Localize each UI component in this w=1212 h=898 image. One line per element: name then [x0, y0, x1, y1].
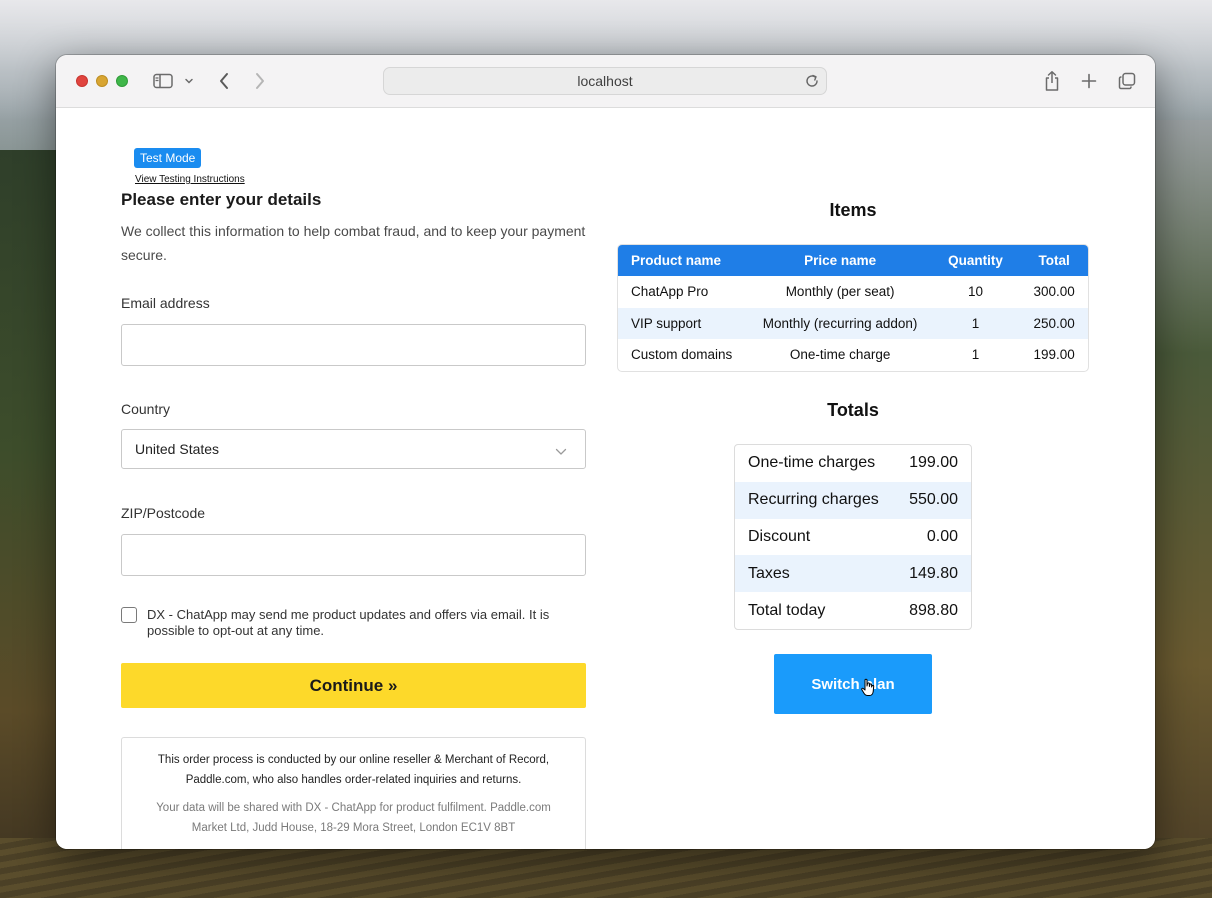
totals-value: 550.00: [909, 491, 958, 509]
product-name-cell: VIP support: [631, 315, 702, 331]
hand-cursor-icon: [860, 678, 876, 703]
totals-value: 149.80: [909, 564, 958, 582]
details-description: We collect this information to help comb…: [121, 223, 586, 263]
column-header: Product name: [631, 253, 722, 268]
country-value: United States: [135, 441, 220, 457]
quantity-cell: 1: [971, 347, 980, 363]
minimize-window-button[interactable]: [96, 75, 108, 87]
column-header: Price name: [804, 253, 877, 268]
price-name-cell: One-time charge: [789, 347, 891, 363]
chevron-down-icon[interactable]: [183, 70, 195, 92]
quantity-cell: 10: [967, 284, 983, 300]
testing-instructions-link[interactable]: View Testing Instructions: [135, 174, 245, 185]
sidebar-icon[interactable]: [152, 70, 174, 92]
totals-label: Recurring charges: [748, 491, 879, 509]
quantity-cell: 1: [971, 315, 980, 331]
total-cell: 300.00: [1033, 284, 1075, 300]
totals-table: One-time charges 199.00 Recurring charge…: [734, 444, 972, 630]
totals-row: Taxes 149.80: [735, 555, 971, 593]
totals-label: Taxes: [748, 564, 790, 582]
switch-plan-button[interactable]: Switch plan: [774, 654, 932, 714]
totals-value: 199.00: [909, 454, 958, 472]
total-cell: 199.00: [1033, 347, 1075, 363]
checkout-page: Test Mode View Testing Instructions Plea…: [56, 108, 1155, 849]
totals-value: 0.00: [926, 527, 958, 545]
totals-label: One-time charges: [748, 454, 876, 472]
address-text: localhost: [577, 73, 633, 89]
back-icon[interactable]: [216, 70, 232, 92]
new-tab-icon[interactable]: [1078, 70, 1100, 92]
continue-button[interactable]: Continue »: [121, 663, 586, 708]
items-table-header: Product name Price name Quantity Total: [618, 245, 1088, 276]
totals-row: Recurring charges 550.00: [735, 481, 971, 519]
totals-row: Discount 0.00: [735, 519, 971, 556]
totals-row: One-time charges 199.00: [735, 445, 971, 482]
close-window-button[interactable]: [76, 75, 88, 87]
totals-heading: Totals: [827, 400, 879, 420]
details-heading: Please enter your details: [121, 190, 322, 209]
price-name-cell: Monthly (recurring addon): [762, 315, 918, 331]
reload-icon[interactable]: [804, 73, 820, 89]
browser-window: localhost Test Mode View Testing Instruc…: [56, 55, 1155, 849]
merchant-notice-primary: This order process is conducted by our o…: [157, 754, 550, 786]
browser-toolbar: localhost: [56, 55, 1155, 108]
chevron-down-icon: [555, 443, 567, 459]
product-name-cell: ChatApp Pro: [631, 284, 709, 300]
marketing-checkbox-label: DX - ChatApp may send me product updates…: [147, 607, 550, 638]
zip-field[interactable]: [121, 534, 586, 576]
totals-row: Total today 898.80: [735, 592, 971, 629]
column-header: Total: [1038, 253, 1070, 268]
email-label: Email address: [121, 295, 210, 311]
zoom-window-button[interactable]: [116, 75, 128, 87]
tab-overview-icon[interactable]: [1116, 70, 1138, 92]
totals-label: Total today: [748, 601, 826, 619]
test-mode-badge: Test Mode: [134, 148, 202, 168]
column-header: Quantity: [948, 253, 1003, 268]
price-name-cell: Monthly (per seat): [785, 284, 895, 300]
address-bar[interactable]: localhost: [383, 67, 827, 95]
total-cell: 250.00: [1033, 315, 1075, 331]
merchant-notice: This order process is conducted by our o…: [121, 737, 586, 849]
merchant-notice-secondary: Your data will be shared with DX - ChatA…: [156, 802, 551, 834]
totals-value: 898.80: [909, 601, 958, 619]
country-select[interactable]: United States: [121, 429, 586, 469]
items-table: Product name Price name Quantity Total C…: [617, 244, 1089, 372]
table-row: VIP support Monthly (recurring addon) 1 …: [618, 307, 1088, 339]
items-heading: Items: [829, 200, 877, 220]
country-label: Country: [121, 401, 171, 417]
table-row: ChatApp Pro Monthly (per seat) 10 300.00: [618, 276, 1088, 308]
product-name-cell: Custom domains: [631, 347, 733, 363]
totals-label: Discount: [748, 527, 811, 545]
email-field[interactable]: [121, 324, 586, 366]
marketing-checkbox[interactable]: [121, 607, 137, 623]
zip-label: ZIP/Postcode: [121, 505, 206, 521]
share-icon[interactable]: [1041, 70, 1063, 92]
forward-icon[interactable]: [252, 70, 268, 92]
table-row: Custom domains One-time charge 1 199.00: [618, 339, 1088, 371]
